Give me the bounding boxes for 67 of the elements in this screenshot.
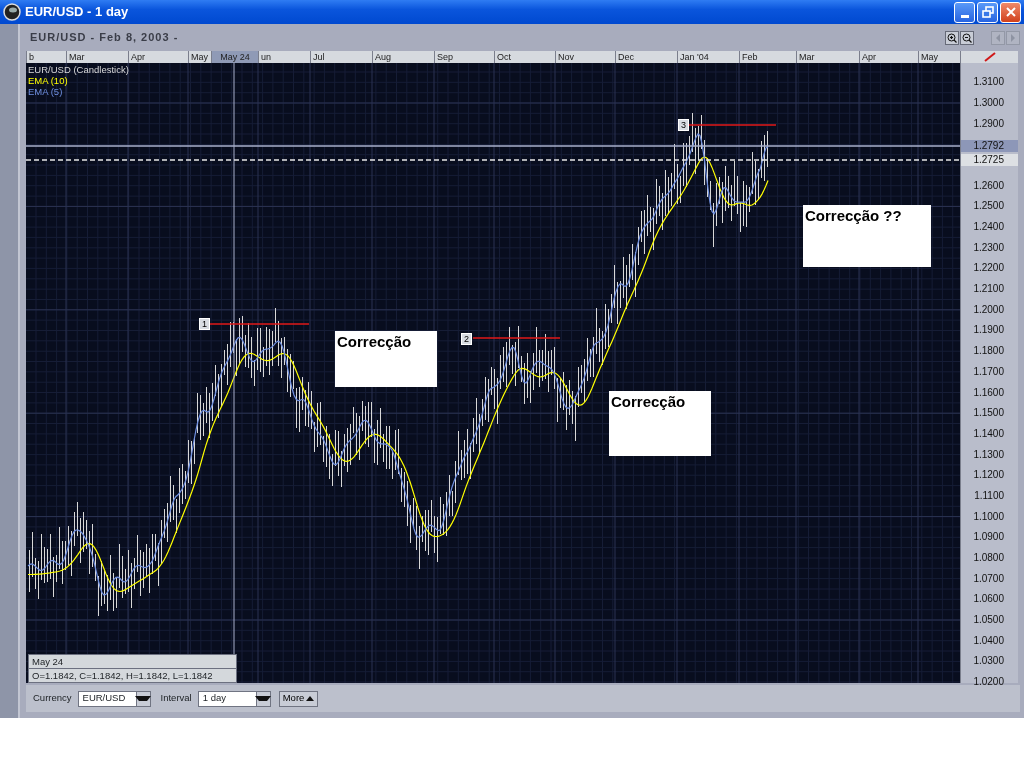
currency-label: Currency xyxy=(33,691,72,706)
axis-tick-label: 1.1400 xyxy=(973,427,1004,440)
zoom-out-icon xyxy=(962,32,972,43)
last-price-label: 1.2725 xyxy=(961,153,1018,166)
right-arrow-icon xyxy=(1008,32,1018,43)
axis-tick-label: 1.1300 xyxy=(973,448,1004,461)
caret-icon xyxy=(135,696,152,701)
cursor-price-label: 1.2792 xyxy=(961,140,1018,152)
axis-tick-label: 1.0200 xyxy=(973,676,1004,689)
restore-button[interactable] xyxy=(977,1,998,23)
zoom-in-button[interactable] xyxy=(945,30,959,45)
readout-date: May 24 xyxy=(31,655,65,668)
axis-tick-label: 1.0300 xyxy=(973,655,1004,668)
axis-tick-label: 1.2300 xyxy=(973,241,1004,254)
close-button[interactable] xyxy=(1000,1,1021,23)
legend-label: EUR/USD (Candlestick) xyxy=(28,64,129,75)
window-title: EUR/USD - 1 day xyxy=(25,3,130,22)
axis-tick-label: 1.0400 xyxy=(973,634,1004,647)
annotation-note: Correcção xyxy=(335,331,437,387)
currency-dropdown[interactable]: EUR/USD xyxy=(77,690,151,707)
axis-tick-label: 1.1100 xyxy=(974,489,1004,502)
axis-tick-label: 1.0500 xyxy=(973,614,1004,626)
axis-tick-label: 1.1500 xyxy=(973,407,1004,420)
axis-tick-label: 1.2100 xyxy=(973,283,1004,296)
axis-tick-label: 1.1900 xyxy=(973,324,1004,337)
legend-label: EMA (10) xyxy=(28,75,68,86)
interval-dropdown[interactable]: 1 day xyxy=(197,690,271,707)
zoom-out-button[interactable] xyxy=(960,30,974,45)
axis-tick-label: 1.2000 xyxy=(973,303,1004,316)
axis-tick-label: 1.1800 xyxy=(973,345,1004,358)
marker-label: 2 xyxy=(461,333,472,345)
axis-tick-label: 1.2900 xyxy=(973,117,1004,130)
restore-icon xyxy=(981,6,994,18)
axis-tick-label: 1.3000 xyxy=(973,97,1004,109)
annotation-note: Correcção xyxy=(609,391,711,456)
readout-values: O=1.1842, C=1.1842, H=1.1842, L=1.1842 xyxy=(29,668,236,682)
axis-tick-label: 1.0600 xyxy=(973,593,1004,606)
annotation-note: Correcção ?? xyxy=(803,205,931,267)
axis-tick-label: 1.2600 xyxy=(973,179,1004,192)
more-button[interactable]: More xyxy=(278,690,319,707)
close-icon xyxy=(1004,6,1017,18)
axis-tick-label: 1.0800 xyxy=(973,551,1004,564)
axis-tick-label: 1.2500 xyxy=(973,200,1004,213)
caret-icon xyxy=(255,696,272,701)
dropdown-button[interactable] xyxy=(135,691,150,706)
axis-tick-label: 1.0900 xyxy=(973,531,1004,544)
minimize-button[interactable] xyxy=(954,1,975,23)
axis-tick-label: 1.1200 xyxy=(973,469,1004,482)
marker-label: 3 xyxy=(678,119,689,131)
axis-tick-label: 1.0700 xyxy=(973,572,1004,585)
dropdown-button[interactable] xyxy=(255,691,270,706)
line-tool-icon[interactable] xyxy=(982,52,997,62)
app-icon xyxy=(3,3,21,21)
cursor-date-label: May 24 xyxy=(211,51,258,63)
axis-tick-label: 1.1600 xyxy=(973,386,1004,399)
axis-tick-label: 1.1000 xyxy=(973,510,1004,523)
marker-label: 1 xyxy=(199,318,210,330)
zoom-in-icon xyxy=(947,32,957,43)
axis-tick-label: 1.2200 xyxy=(973,262,1004,275)
axis-tick-label: 1.2400 xyxy=(973,221,1004,234)
axis-tick-label: 1.3100 xyxy=(973,76,1004,89)
axis-tick-label: 1.1700 xyxy=(973,365,1004,378)
minimize-icon xyxy=(960,14,969,18)
caret-icon xyxy=(306,696,315,701)
chart-title: EUR/USD - Feb 8, 2003 - xyxy=(29,30,180,46)
legend-label: EMA (5) xyxy=(28,86,63,97)
interval-label: Interval xyxy=(160,691,192,706)
